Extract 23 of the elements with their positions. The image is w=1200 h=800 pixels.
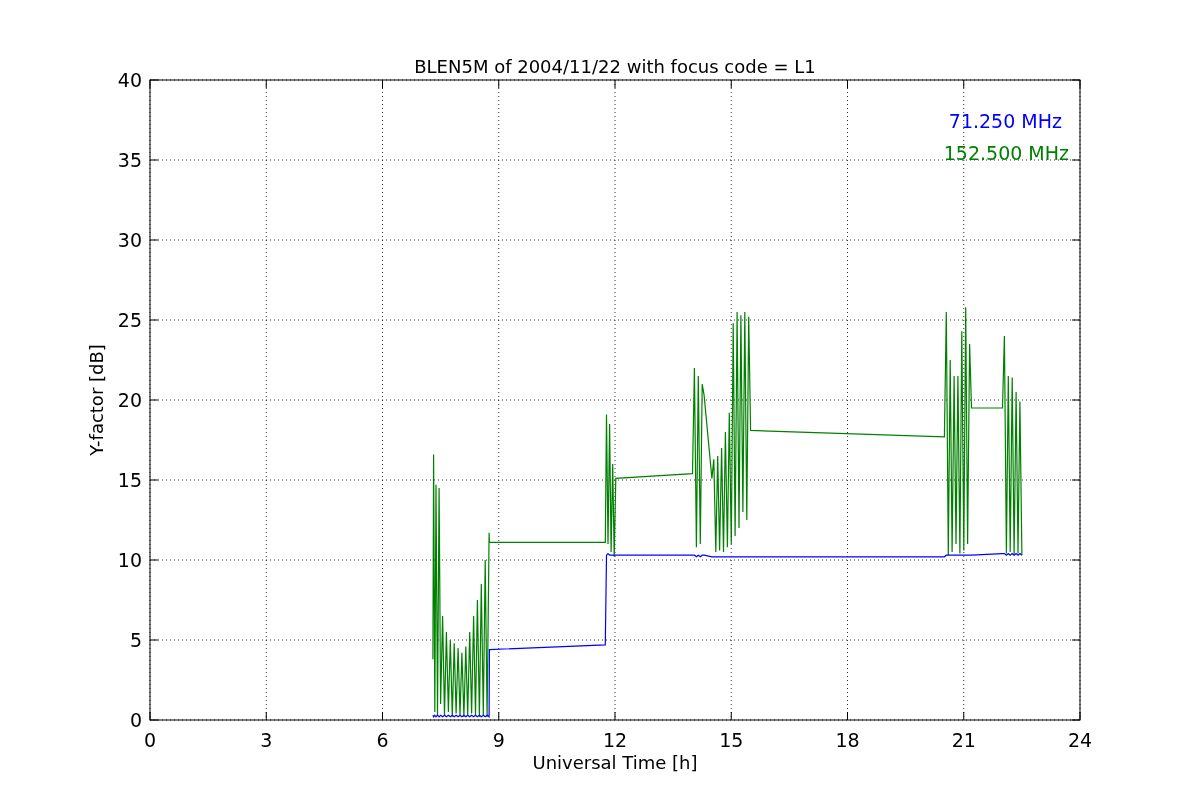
y-tick-label: 5 xyxy=(129,629,142,651)
y-tick-label: 20 xyxy=(117,389,142,411)
x-tick-label: 15 xyxy=(719,729,744,751)
x-tick-label: 12 xyxy=(602,729,628,751)
x-tick-label: 3 xyxy=(260,729,273,751)
y-tick-label: 35 xyxy=(117,149,142,171)
y-tick-label: 10 xyxy=(117,549,142,571)
x-tick-label: 24 xyxy=(1067,729,1093,751)
legend-label: 152.500 MHz xyxy=(943,142,1069,164)
x-axis-title: Universal Time [h] xyxy=(532,752,698,773)
x-tick-label: 0 xyxy=(143,729,157,751)
chart-title: BLEN5M of 2004/11/22 with focus code = L1 xyxy=(414,56,816,77)
x-tick-label: 6 xyxy=(376,729,389,751)
y-tick-label: 25 xyxy=(117,309,142,331)
x-tick-label: 21 xyxy=(951,729,976,751)
x-tick-label: 9 xyxy=(492,729,505,751)
y-axis-title: Y-factor [dB] xyxy=(86,344,107,456)
y-tick-label: 40 xyxy=(117,69,142,91)
legend-label: 71.250 MHz xyxy=(948,110,1062,132)
y-tick-label: 30 xyxy=(117,229,142,251)
y-tick-label: 15 xyxy=(117,469,142,491)
y-tick-label: 0 xyxy=(129,709,142,731)
x-tick-label: 18 xyxy=(835,729,860,751)
